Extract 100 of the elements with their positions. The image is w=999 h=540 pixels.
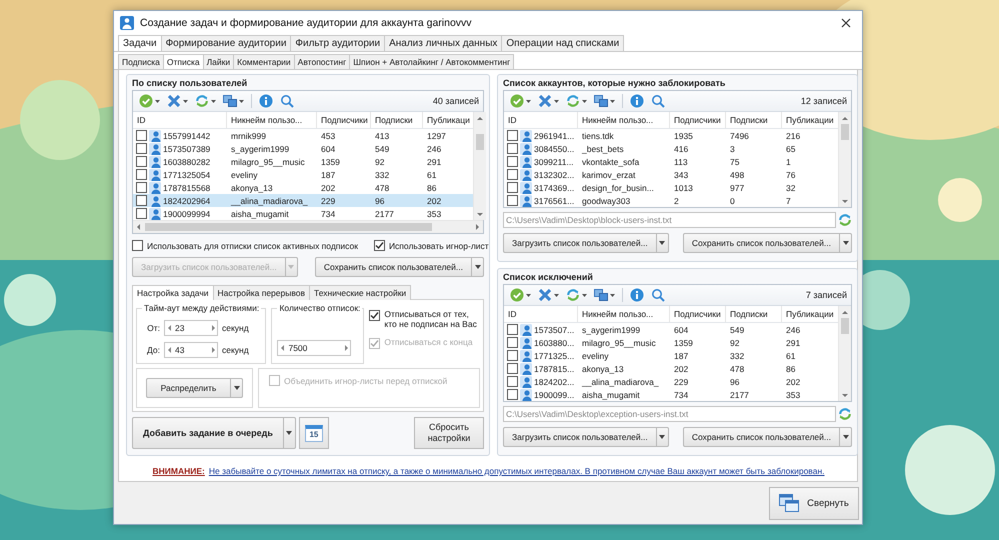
split-button[interactable]: Сохранить список пользователей... — [682, 427, 840, 447]
column-header[interactable]: ID — [504, 306, 578, 322]
dropdown-button[interactable] — [231, 378, 244, 398]
tab[interactable]: Технические настройки — [309, 285, 412, 300]
dropdown-button[interactable] — [284, 417, 296, 449]
split-button[interactable]: Добавить задание в очередь — [132, 417, 284, 449]
spin-field[interactable]: 7500 — [277, 340, 352, 356]
column-header[interactable]: Публикаци — [423, 112, 473, 128]
column-header[interactable]: Подписчики — [317, 112, 371, 128]
tab[interactable]: Задачи — [118, 35, 162, 51]
checkbox[interactable] — [136, 169, 147, 180]
table-row[interactable]: 1573507389 s_aygerim1999 604 549 246 — [133, 142, 473, 155]
checkbox[interactable] — [507, 337, 518, 348]
path-field[interactable]: C:\Users\Vadim\Desktop\block-users-inst.txt — [503, 212, 836, 228]
tab[interactable]: Настройка задачи — [132, 285, 214, 300]
checkbox[interactable] — [507, 182, 518, 193]
column-header[interactable]: ID — [133, 112, 227, 128]
dropdown-button[interactable] — [656, 233, 669, 253]
checkbox[interactable] — [507, 195, 518, 206]
split-button[interactable]: Распределить — [146, 378, 232, 398]
tab[interactable]: Комментарии — [233, 54, 295, 69]
search-button[interactable] — [649, 93, 667, 109]
checkbox[interactable] — [136, 156, 147, 167]
checkbox[interactable] — [507, 350, 518, 361]
table-row[interactable]: 1787815568 akonya_13 202 478 86 — [133, 181, 473, 194]
spin-field[interactable]: 23 — [164, 320, 218, 336]
checkbox[interactable] — [136, 195, 147, 206]
cross-menu-button[interactable] — [165, 93, 190, 109]
dropdown-button[interactable] — [656, 427, 669, 447]
windows-menu-button[interactable] — [592, 287, 617, 303]
column-header[interactable]: Подписки — [726, 112, 782, 128]
dropdown-button[interactable] — [840, 427, 852, 447]
split-button[interactable]: Сохранить список пользователей... — [314, 257, 472, 277]
cross-menu-button[interactable] — [536, 93, 561, 109]
tab[interactable]: Шпион + Автолайкинг / Автокомментинг — [349, 54, 514, 69]
dropdown-button[interactable] — [840, 233, 852, 253]
refresh-button[interactable] — [838, 213, 852, 227]
checkbox[interactable] — [507, 389, 518, 400]
checkbox[interactable] — [136, 143, 147, 154]
refresh-menu-button[interactable] — [564, 93, 589, 109]
column-header[interactable]: Никнейм пользо... — [227, 112, 317, 128]
checkbox[interactable] — [507, 143, 518, 154]
info-button[interactable] — [628, 93, 646, 109]
search-button[interactable] — [649, 287, 667, 303]
checkbox[interactable] — [132, 240, 143, 251]
reset-button[interactable]: Сбросить настройки — [414, 417, 484, 449]
checkbox[interactable] — [507, 363, 518, 374]
warning-link[interactable]: Не забывайте о суточных лимитах на отписку, а также о минимально допустимых интервалах. В противном случае Ваш аккаунт может быть заблокирован. — [208, 466, 824, 476]
check-menu-button[interactable] — [508, 287, 533, 303]
spin-field[interactable]: 43 — [164, 342, 218, 358]
checkbox[interactable] — [507, 324, 518, 335]
refresh-menu-button[interactable] — [564, 287, 589, 303]
column-header[interactable]: Подписчики — [670, 112, 726, 128]
checkbox[interactable] — [507, 156, 518, 167]
info-button[interactable] — [628, 287, 646, 303]
checkbox[interactable] — [374, 240, 385, 251]
check-menu-button[interactable] — [508, 93, 533, 109]
column-header[interactable]: Подписчики — [670, 306, 726, 322]
tab[interactable]: Анализ личных данных — [384, 35, 502, 51]
windows-menu-button[interactable] — [221, 93, 246, 109]
vertical-scrollbar[interactable] — [838, 112, 851, 207]
refresh-button[interactable] — [838, 407, 852, 421]
checkbox[interactable] — [136, 182, 147, 193]
checkbox[interactable] — [507, 130, 518, 141]
tab[interactable]: Подписка — [118, 54, 164, 69]
calendar-button[interactable]: 15 — [298, 417, 329, 449]
tab[interactable]: Автопостинг — [294, 54, 350, 69]
tab[interactable]: Настройка перерывов — [212, 285, 310, 300]
checkbox[interactable] — [136, 130, 147, 141]
tab[interactable]: Лайки — [202, 54, 234, 69]
horizontal-scrollbar[interactable] — [133, 220, 483, 233]
column-header[interactable]: Публикации — [782, 112, 838, 128]
column-header[interactable]: Подписки — [726, 306, 782, 322]
info-button[interactable] — [257, 93, 275, 109]
checkbox[interactable] — [369, 310, 380, 321]
checkbox[interactable] — [136, 208, 147, 219]
vertical-scrollbar[interactable] — [838, 306, 851, 401]
refresh-menu-button[interactable] — [193, 93, 218, 109]
check-menu-button[interactable] — [137, 93, 162, 109]
column-header[interactable]: ID — [504, 112, 578, 128]
collapse-button[interactable]: Свернуть — [769, 486, 859, 520]
table-row[interactable]: 1824202964 __alina_madiarova_ 229 96 202 — [133, 194, 473, 207]
checkbox[interactable] — [507, 376, 518, 387]
search-button[interactable] — [278, 93, 296, 109]
checkbox[interactable] — [507, 169, 518, 180]
tab[interactable]: Фильтр аудитории — [290, 35, 386, 51]
column-header[interactable]: Подписки — [371, 112, 423, 128]
dropdown-button[interactable] — [472, 257, 484, 277]
split-button[interactable]: Загрузить список пользователей... — [503, 427, 657, 447]
table-row[interactable]: 1603880282 milagro_95__music 1359 92 291 — [133, 155, 473, 168]
column-header[interactable]: Никнейм пользо... — [578, 306, 670, 322]
column-header[interactable]: Никнейм пользо... — [578, 112, 670, 128]
table-row[interactable]: 1771325054 eveliny 187 332 61 — [133, 168, 473, 181]
tab[interactable]: Формирование аудитории — [160, 35, 292, 51]
table-row[interactable]: 1900099994 aisha_mugamit 734 2177 353 — [133, 207, 473, 220]
split-button[interactable]: Загрузить список пользователей... — [503, 233, 657, 253]
vertical-scrollbar[interactable] — [473, 112, 486, 220]
path-field[interactable]: C:\Users\Vadim\Desktop\exception-users-inst.txt — [503, 406, 836, 422]
table-row[interactable]: 1557991442 mrnik999 453 413 1297 — [133, 129, 473, 142]
windows-menu-button[interactable] — [592, 93, 617, 109]
